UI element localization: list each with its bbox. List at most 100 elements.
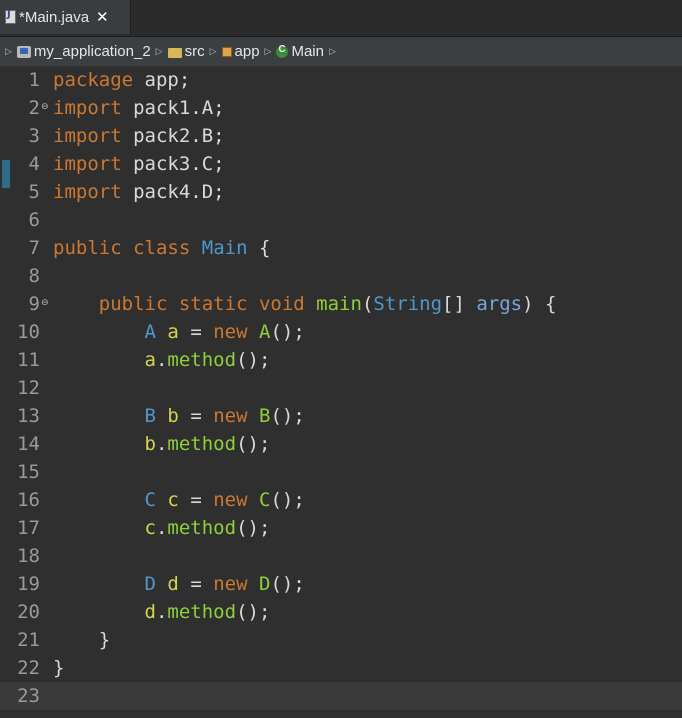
code-token: c bbox=[167, 489, 179, 511]
tab-main-java[interactable]: *Main.java ✕ bbox=[0, 0, 131, 34]
code-line[interactable]: 22} bbox=[0, 654, 682, 682]
code-token: pack3.C; bbox=[121, 153, 225, 175]
code-text: A a = new A(); bbox=[53, 318, 305, 346]
fold-toggle-icon[interactable]: ⊖ bbox=[41, 103, 49, 112]
code-token: C bbox=[258, 489, 271, 511]
code-line[interactable]: 6 bbox=[0, 206, 682, 234]
line-number: 12 bbox=[17, 377, 40, 399]
code-line[interactable]: 13 B b = new B(); bbox=[0, 402, 682, 430]
breadcrumb-item-app[interactable]: app bbox=[221, 43, 260, 60]
class-icon bbox=[276, 44, 289, 58]
code-line[interactable]: 19 D d = new D(); bbox=[0, 570, 682, 598]
code-line[interactable]: 7 public class Main { bbox=[0, 234, 682, 262]
code-token: main bbox=[316, 293, 362, 315]
code-line[interactable]: 5 import pack4.D; bbox=[0, 178, 682, 206]
code-token: = bbox=[178, 321, 214, 343]
code-token: A bbox=[258, 321, 271, 343]
close-icon[interactable]: ✕ bbox=[96, 8, 109, 26]
code-token: pack4.D; bbox=[121, 181, 225, 203]
code-token: import bbox=[53, 153, 122, 175]
code-text: } bbox=[53, 626, 110, 654]
breadcrumb: ▷ my_application_2 ▷ src ▷ app ▷ Main ▷ bbox=[0, 37, 682, 66]
code-line[interactable]: 10 A a = new A(); bbox=[0, 318, 682, 346]
chevron-right-icon[interactable]: ▷ bbox=[210, 46, 217, 57]
line-number: 3 bbox=[28, 125, 40, 147]
code-line[interactable]: 9 ⊖ public static void main(String[] args… bbox=[0, 290, 682, 318]
fold-toggle-icon[interactable]: ⊖ bbox=[41, 299, 49, 308]
code-token: ) { bbox=[522, 293, 557, 315]
code-token: import bbox=[53, 125, 122, 147]
line-number: 23 bbox=[17, 685, 40, 707]
code-text: public static void main(String[] args) { bbox=[53, 290, 557, 318]
code-line[interactable]: 12 bbox=[0, 374, 682, 402]
code-line[interactable]: 1 package app; bbox=[0, 66, 682, 94]
code-line[interactable]: 15 bbox=[0, 458, 682, 486]
code-line[interactable]: 16 C c = new C(); bbox=[0, 486, 682, 514]
code-editor[interactable]: 1 package app; 2 ⊖ import pack1.A; 3 import pa… bbox=[0, 66, 682, 718]
line-number: 5 bbox=[28, 181, 40, 203]
chevron-right-icon[interactable]: ▷ bbox=[156, 46, 163, 57]
code-line[interactable]: 8 bbox=[0, 262, 682, 290]
code-line[interactable]: 18 bbox=[0, 542, 682, 570]
code-token: [] bbox=[442, 293, 477, 315]
code-text: import pack4.D; bbox=[53, 178, 225, 206]
code-token: B bbox=[144, 405, 156, 427]
chevron-right-icon[interactable]: ▷ bbox=[329, 46, 336, 57]
line-number: 22 bbox=[17, 657, 40, 679]
project-icon bbox=[16, 45, 31, 58]
code-text: B b = new B(); bbox=[53, 402, 305, 430]
code-token: (); bbox=[236, 433, 271, 455]
code-token: package bbox=[53, 69, 134, 91]
code-line[interactable]: 23 bbox=[0, 682, 682, 710]
code-token: method bbox=[167, 433, 237, 455]
line-number: 9 bbox=[28, 293, 40, 315]
code-token: void bbox=[258, 293, 305, 315]
code-token: pack2.B; bbox=[121, 125, 225, 147]
folder-icon bbox=[167, 47, 182, 58]
code-token: d bbox=[167, 573, 179, 595]
code-token: . bbox=[155, 349, 168, 371]
code-line[interactable]: 21 } bbox=[0, 626, 682, 654]
line-number: 2 bbox=[28, 97, 40, 119]
code-token: D bbox=[258, 573, 271, 595]
code-token: { bbox=[247, 237, 271, 259]
package-icon bbox=[221, 46, 232, 57]
code-token: (); bbox=[236, 601, 271, 623]
code-token: = bbox=[178, 405, 214, 427]
line-number: 18 bbox=[17, 545, 40, 567]
code-line[interactable]: 11 a.method(); bbox=[0, 346, 682, 374]
chevron-right-icon[interactable]: ▷ bbox=[265, 46, 272, 57]
breadcrumb-item-src[interactable]: src bbox=[167, 43, 205, 60]
chevron-right-icon[interactable]: ▷ bbox=[5, 46, 12, 57]
breadcrumb-label: app bbox=[234, 43, 260, 60]
code-token: ( bbox=[361, 293, 374, 315]
code-token: new bbox=[213, 573, 248, 595]
line-number: 17 bbox=[17, 517, 40, 539]
code-line[interactable]: 14 b.method(); bbox=[0, 430, 682, 458]
code-token: (); bbox=[270, 489, 305, 511]
code-line[interactable]: 17 c.method(); bbox=[0, 514, 682, 542]
line-number: 11 bbox=[17, 349, 40, 371]
code-line[interactable]: 20 d.method(); bbox=[0, 598, 682, 626]
breadcrumb-item-project[interactable]: my_application_2 bbox=[16, 43, 151, 60]
code-line[interactable]: 2 ⊖ import pack1.A; bbox=[0, 94, 682, 122]
code-line[interactable]: 4 import pack3.C; bbox=[0, 150, 682, 178]
code-text: D d = new D(); bbox=[53, 570, 305, 598]
code-token: args bbox=[476, 293, 523, 315]
line-number: 19 bbox=[17, 573, 40, 595]
breadcrumb-item-main[interactable]: Main bbox=[276, 43, 324, 60]
code-token: = bbox=[178, 573, 214, 595]
code-line[interactable]: 3 import pack2.B; bbox=[0, 122, 682, 150]
